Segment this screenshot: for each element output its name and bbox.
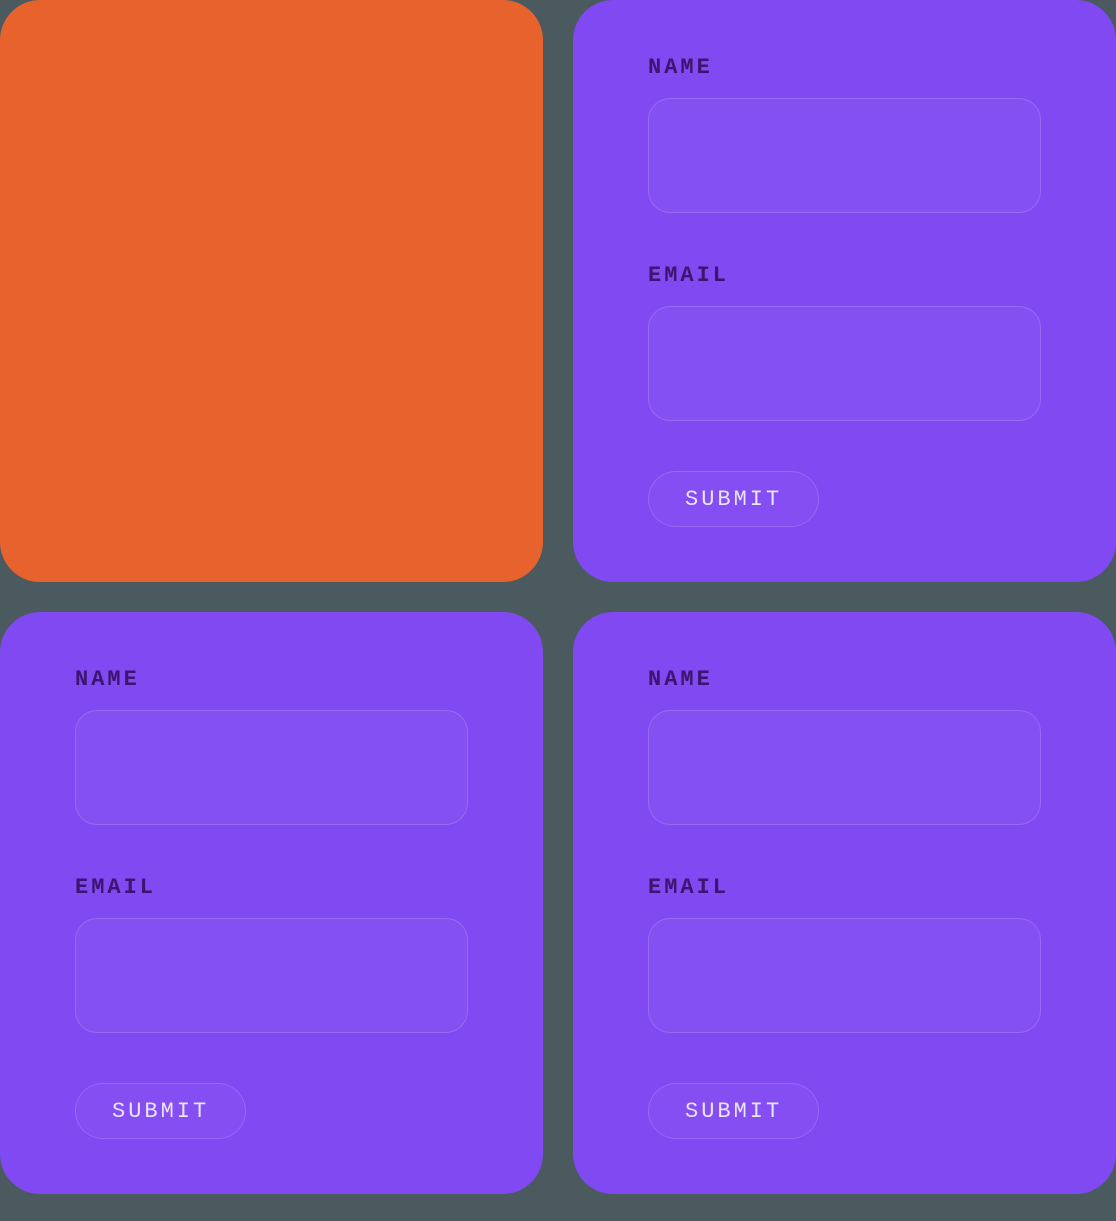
form-group-email: EMAIL <box>648 875 1041 1033</box>
form-group-name: NAME <box>75 667 468 825</box>
name-label: NAME <box>648 55 1041 80</box>
name-label: NAME <box>75 667 468 692</box>
email-label: EMAIL <box>648 875 1041 900</box>
email-label: EMAIL <box>648 263 1041 288</box>
submit-button[interactable]: SUBMIT <box>648 1083 819 1139</box>
email-label: EMAIL <box>75 875 468 900</box>
form-group-email: EMAIL <box>648 263 1041 421</box>
email-input[interactable] <box>75 918 468 1033</box>
name-input[interactable] <box>648 98 1041 213</box>
form-card: NAME EMAIL SUBMIT <box>573 612 1116 1194</box>
submit-button[interactable]: SUBMIT <box>648 471 819 527</box>
card-grid: NAME EMAIL SUBMIT NAME EMAIL SUBMIT NAME… <box>0 0 1116 1194</box>
form-group-email: EMAIL <box>75 875 468 1033</box>
form-group-name: NAME <box>648 667 1041 825</box>
submit-button[interactable]: SUBMIT <box>75 1083 246 1139</box>
name-input[interactable] <box>75 710 468 825</box>
email-input[interactable] <box>648 306 1041 421</box>
card-orange <box>0 0 543 582</box>
form-card: NAME EMAIL SUBMIT <box>0 612 543 1194</box>
form-group-name: NAME <box>648 55 1041 213</box>
name-input[interactable] <box>648 710 1041 825</box>
name-label: NAME <box>648 667 1041 692</box>
form-card: NAME EMAIL SUBMIT <box>573 0 1116 582</box>
email-input[interactable] <box>648 918 1041 1033</box>
